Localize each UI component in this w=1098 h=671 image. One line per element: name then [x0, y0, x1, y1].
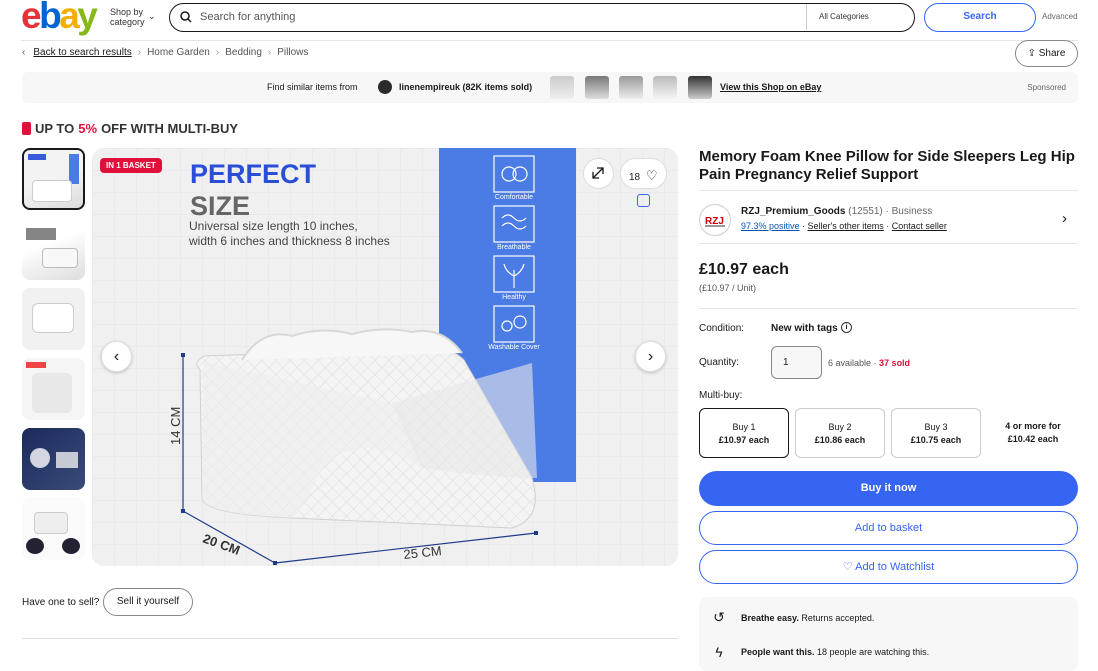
add-to-basket-button[interactable]: Add to basket — [699, 511, 1078, 545]
similar-items-banner: Find similar items from linenempireuk (8… — [22, 72, 1078, 103]
image-title-line1: PERFECT — [190, 159, 317, 189]
search-button[interactable]: Search — [924, 3, 1036, 32]
divider — [699, 243, 1078, 244]
header-divider — [21, 40, 1078, 41]
thumbnail[interactable] — [22, 148, 85, 210]
back-to-results-link[interactable]: Back to search results — [33, 47, 131, 58]
have-one-to-sell: Have one to sell? — [22, 597, 100, 608]
breadcrumb-bedding[interactable]: Bedding — [225, 47, 262, 58]
info-box: ↺ Breathe easy. Returns accepted. ϟ People… — [699, 597, 1078, 671]
thumbnail[interactable] — [22, 428, 85, 490]
quantity-input[interactable]: 1 — [771, 346, 822, 379]
thumbnail[interactable] — [22, 288, 85, 350]
category-select[interactable]: All Categories — [806, 4, 914, 30]
chevron-left-icon: ‹ — [113, 348, 120, 365]
image-desc-line2: width 6 inches and thickness 8 inches — [188, 234, 390, 248]
divider — [699, 190, 1078, 191]
dimension-height: 14 CM — [168, 407, 183, 445]
similar-item-thumb[interactable] — [585, 76, 609, 99]
add-to-watchlist-button[interactable]: ♡ Add to Watchlist — [699, 550, 1078, 584]
multibuy-label: Multi-buy: — [699, 390, 743, 401]
lightning-icon: ϟ — [715, 644, 723, 660]
image-thumbnails — [22, 148, 86, 566]
chevron-down-icon: ⌄ — [148, 11, 156, 21]
thumbnail[interactable] — [22, 218, 85, 280]
search-input[interactable]: Search for anything — [200, 11, 295, 23]
chevron-right-icon: › — [215, 47, 220, 58]
feature-label: Breathable — [497, 244, 531, 251]
feature-label: Comfortable — [495, 194, 533, 201]
similar-item-thumb[interactable] — [653, 76, 677, 99]
divider — [22, 638, 678, 639]
multibuy-option-more[interactable]: 4 or more for £10.42 each — [993, 420, 1073, 446]
banner-seller-name[interactable]: linenempireuk (82K items sold) — [399, 82, 532, 92]
product-image-graphic: Comfortable Breathable Healthy Washable … — [92, 148, 678, 566]
item-title: Memory Foam Knee Pillow for Side Sleeper… — [699, 148, 1075, 183]
item-price: £10.97 each — [699, 261, 789, 278]
condition-label: Condition: — [699, 323, 745, 334]
info-icon[interactable]: i — [841, 322, 852, 333]
main-product-image[interactable]: Comfortable Breathable Healthy Washable … — [92, 148, 678, 566]
next-image-button[interactable]: › — [635, 341, 666, 372]
condition-value: New with tags — [771, 323, 838, 334]
visual-search-icon[interactable] — [637, 194, 650, 207]
sell-it-yourself-button[interactable]: Sell it yourself — [103, 588, 193, 616]
thumbnail[interactable] — [22, 358, 85, 420]
search-icon — [180, 11, 192, 23]
expand-image-button[interactable] — [583, 158, 614, 189]
seller-links: 97.3% positive · Seller's other items · … — [741, 221, 947, 231]
image-title-line2: SIZE — [190, 191, 250, 221]
expand-icon — [592, 167, 604, 179]
image-desc-line1: Universal size length 10 inches, — [189, 219, 358, 233]
buy-it-now-button[interactable]: Buy it now — [699, 471, 1078, 506]
in-basket-badge: IN 1 BASKET — [100, 158, 162, 173]
quantity-label: Quantity: — [699, 357, 740, 368]
multibuy-promo: UP TO 5% OFF WITH MULTI-BUY — [22, 121, 238, 136]
search-bar[interactable]: Search for anything All Categories — [169, 3, 915, 32]
prev-image-button[interactable]: ‹ — [101, 341, 132, 372]
seller-logo[interactable]: RZJ — [699, 204, 731, 236]
tag-icon — [22, 122, 31, 135]
breadcrumb-home-garden[interactable]: Home Garden — [147, 47, 210, 58]
seller-avatar[interactable] — [378, 80, 392, 94]
advanced-search-link[interactable]: Advanced — [1042, 12, 1078, 21]
similar-item-thumb[interactable] — [688, 76, 712, 99]
shop-by-category[interactable]: Shop by category ⌄ — [110, 7, 156, 27]
chevron-right-icon: › — [267, 47, 272, 58]
ebay-logo[interactable]: ebay — [21, 0, 98, 34]
divider — [699, 308, 1078, 309]
chevron-right-icon: › — [647, 348, 654, 365]
similar-item-thumb[interactable] — [619, 76, 643, 99]
multibuy-option-3[interactable]: Buy 3 £10.75 each — [891, 408, 981, 458]
availability: 6 available · 37 sold — [828, 358, 911, 368]
feature-label: Healthy — [502, 294, 526, 301]
chevron-right-icon: › — [137, 47, 142, 58]
seller-other-items-link[interactable]: Seller's other items — [808, 221, 884, 231]
seller-logo-graphic: RZJ — [705, 216, 725, 227]
heart-icon: ♡ — [645, 168, 658, 183]
sponsored-label: Sponsored — [1027, 83, 1066, 92]
view-shop-link[interactable]: View this Shop on eBay — [720, 82, 821, 92]
find-similar-text: Find similar items from — [267, 82, 358, 92]
unit-price: (£10.97 / Unit) — [699, 283, 757, 293]
chevron-right-icon[interactable]: › — [1062, 210, 1067, 227]
breadcrumb-pillows[interactable]: Pillows — [277, 47, 308, 58]
thumbnail[interactable] — [22, 498, 85, 560]
svg-text:RZJ: RZJ — [705, 216, 724, 227]
share-icon: ⇪ — [1027, 48, 1036, 59]
feature-label: Washable Cover — [488, 344, 540, 351]
seller-name[interactable]: RZJ_Premium_Goods — [741, 206, 845, 217]
heart-icon: ♡ — [842, 561, 853, 573]
multibuy-option-1[interactable]: Buy 1 £10.97 each — [699, 408, 789, 458]
similar-item-thumb[interactable] — [550, 76, 574, 99]
seller-feedback-link[interactable]: 97.3% positive — [741, 221, 800, 231]
contact-seller-link[interactable]: Contact seller — [892, 221, 947, 231]
share-button[interactable]: ⇪ Share — [1015, 40, 1078, 67]
return-icon: ↺ — [713, 609, 725, 625]
multibuy-option-2[interactable]: Buy 2 £10.86 each — [795, 408, 885, 458]
watch-button[interactable]: 18 ♡ — [620, 158, 667, 189]
breadcrumb: ‹ Back to search results › Home Garden ›… — [22, 47, 308, 58]
seller-info: RZJ_Premium_Goods (12551) · Business — [741, 206, 933, 217]
chevron-left-icon[interactable]: ‹ — [22, 47, 25, 58]
